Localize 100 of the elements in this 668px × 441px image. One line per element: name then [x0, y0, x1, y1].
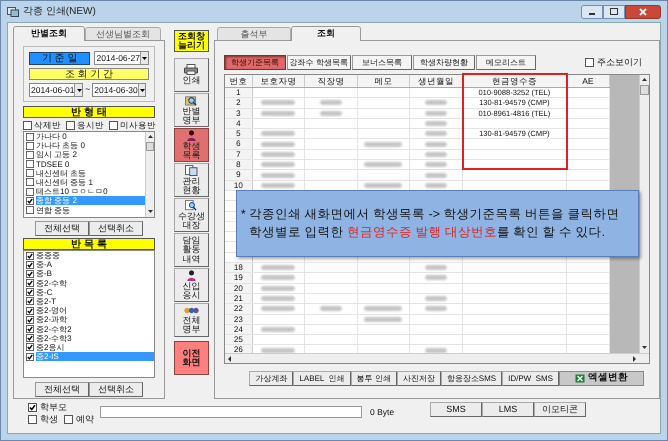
send-button[interactable]: 이모티콘 — [534, 402, 586, 417]
select-button[interactable]: 전체선택 — [35, 382, 89, 397]
checkbox[interactable] — [23, 120, 32, 130]
checkbox[interactable] — [28, 402, 37, 412]
list-item[interactable]: 중2응시 — [36, 342, 154, 352]
scroll-thumb[interactable] — [640, 85, 649, 95]
action-button[interactable]: 가상계좌 — [249, 371, 294, 386]
list-item[interactable]: 테스트10 ㅁㅇㄴㅁ0 — [36, 187, 145, 196]
list-item[interactable]: 연합 중등 — [36, 206, 145, 214]
scroll-right-icon[interactable] — [632, 356, 637, 362]
column-header[interactable]: 현금영수증 — [462, 75, 567, 87]
list-item[interactable]: 중2-수학3 — [36, 334, 154, 343]
list-item[interactable]: 중-A — [36, 260, 154, 270]
scroll-down-icon[interactable] — [642, 345, 647, 351]
list-button[interactable]: 메모리스트 — [476, 55, 536, 70]
list-item[interactable]: 중2-영어 — [36, 306, 154, 316]
list-item[interactable]: 가나다 초등 0 — [36, 141, 145, 150]
column-header[interactable]: 직장명 — [304, 75, 358, 87]
side-button[interactable]: 담임 활동 내역 — [174, 233, 209, 267]
list-item[interactable]: 중2-과학 — [36, 315, 154, 324]
dropdown-arrow-icon[interactable] — [140, 88, 146, 92]
checkbox[interactable] — [26, 206, 34, 214]
checkbox[interactable] — [109, 120, 118, 130]
checkbox[interactable] — [66, 120, 75, 130]
checkbox[interactable] — [26, 160, 34, 168]
action-button[interactable]: 항응장소SMS — [440, 371, 502, 386]
action-button[interactable]: ID/PW SMS — [502, 371, 559, 386]
horizontal-scrollbar[interactable] — [224, 353, 649, 363]
vertical-scrollbar[interactable] — [145, 132, 154, 217]
checkbox[interactable] — [26, 132, 34, 140]
list-item[interactable]: 임시 고등 2 — [36, 150, 145, 160]
dropdown-arrow-icon[interactable] — [142, 56, 148, 60]
list-button[interactable]: 학생차량현황 — [412, 55, 475, 70]
column-header[interactable]: 번호 — [224, 75, 253, 87]
column-header[interactable]: 보호자명 — [252, 75, 305, 87]
checkbox[interactable] — [26, 169, 34, 178]
side-button[interactable]: 조회창 늘리기 — [174, 30, 209, 52]
action-button[interactable]: 봉투 인쇄 — [350, 371, 397, 386]
tab[interactable]: 출석부 — [216, 27, 291, 40]
checkbox[interactable] — [28, 414, 37, 424]
scroll-up-icon[interactable] — [642, 77, 647, 83]
checkbox[interactable] — [26, 270, 34, 278]
side-button[interactable]: 학생 목록 — [174, 128, 209, 162]
vertical-scrollbar[interactable] — [639, 75, 649, 353]
base-date-field[interactable]: 2014-06-27 — [94, 51, 149, 65]
list-button[interactable]: 강좌수 학생목록 — [286, 55, 351, 70]
list-item[interactable]: 중중중 — [36, 251, 154, 260]
side-button[interactable]: 관리 현황 — [174, 163, 209, 197]
scroll-down-icon[interactable] — [148, 209, 152, 215]
list-item[interactable]: 중-C — [36, 288, 154, 297]
select-button[interactable]: 선택취소 — [89, 382, 143, 397]
action-button[interactable]: LABEL 인쇄 — [293, 371, 351, 386]
end-date-field[interactable]: 2014-06-30 — [92, 83, 146, 97]
list-item[interactable]: 가나다 0 — [36, 132, 145, 141]
checkbox[interactable] — [26, 325, 34, 333]
send-button[interactable]: LMS — [482, 402, 534, 417]
close-button[interactable] — [625, 4, 661, 18]
checkbox[interactable] — [26, 288, 34, 296]
tab[interactable]: 반별조회 — [13, 26, 85, 41]
checkbox[interactable] — [26, 252, 34, 260]
maximize-button[interactable] — [603, 4, 625, 18]
checkbox[interactable] — [26, 343, 34, 352]
tab[interactable]: 선생님별조회 — [85, 27, 161, 40]
checkbox[interactable] — [26, 279, 34, 288]
send-button[interactable]: SMS — [430, 402, 482, 417]
scroll-left-icon[interactable] — [226, 356, 232, 362]
checkbox[interactable] — [26, 316, 34, 324]
checkbox[interactable] — [26, 142, 34, 150]
checkbox[interactable] — [64, 414, 73, 424]
list-button[interactable]: 학생기준목록 — [224, 55, 286, 70]
excel-button[interactable]: 엑셀변환 — [559, 371, 644, 386]
start-date-field[interactable]: 2014-06-01 — [29, 83, 83, 97]
side-button[interactable]: 반별 명부 — [174, 93, 209, 127]
checkbox[interactable] — [26, 150, 34, 159]
checkbox[interactable] — [26, 334, 34, 342]
select-button[interactable]: 전체선택 — [35, 221, 89, 236]
scroll-up-icon[interactable] — [148, 134, 152, 140]
side-button[interactable]: 인쇄 — [174, 58, 209, 92]
checkbox[interactable] — [26, 297, 34, 306]
column-header[interactable]: 생년월일 — [410, 75, 463, 87]
scroll-thumb[interactable] — [146, 142, 154, 151]
list-item[interactable]: TDSEE 0 — [36, 160, 145, 169]
checkbox[interactable] — [26, 306, 34, 315]
checkbox[interactable] — [26, 178, 34, 186]
list-item[interactable]: 중-B — [36, 269, 154, 278]
list-button[interactable]: 보너스목록 — [352, 55, 412, 70]
checkbox[interactable] — [26, 260, 34, 269]
select-button[interactable]: 선택취소 — [89, 221, 143, 236]
side-button[interactable]: 전체 명부 — [174, 303, 209, 337]
side-button[interactable]: 이전 화면 — [174, 341, 209, 375]
minimize-button[interactable] — [581, 4, 603, 18]
list-item[interactable]: 중2-수학2 — [36, 324, 154, 334]
list-item[interactable]: 내신센터 초등 — [36, 168, 145, 178]
dropdown-arrow-icon[interactable] — [76, 88, 82, 92]
column-header[interactable]: 메모 — [358, 75, 410, 87]
message-field[interactable] — [100, 406, 362, 418]
list-item[interactable]: 중2-T — [36, 296, 154, 306]
side-button[interactable]: 신입 응시 — [174, 268, 209, 302]
list-item[interactable]: 중2-수학 — [36, 278, 154, 288]
checkbox[interactable] — [26, 352, 34, 361]
